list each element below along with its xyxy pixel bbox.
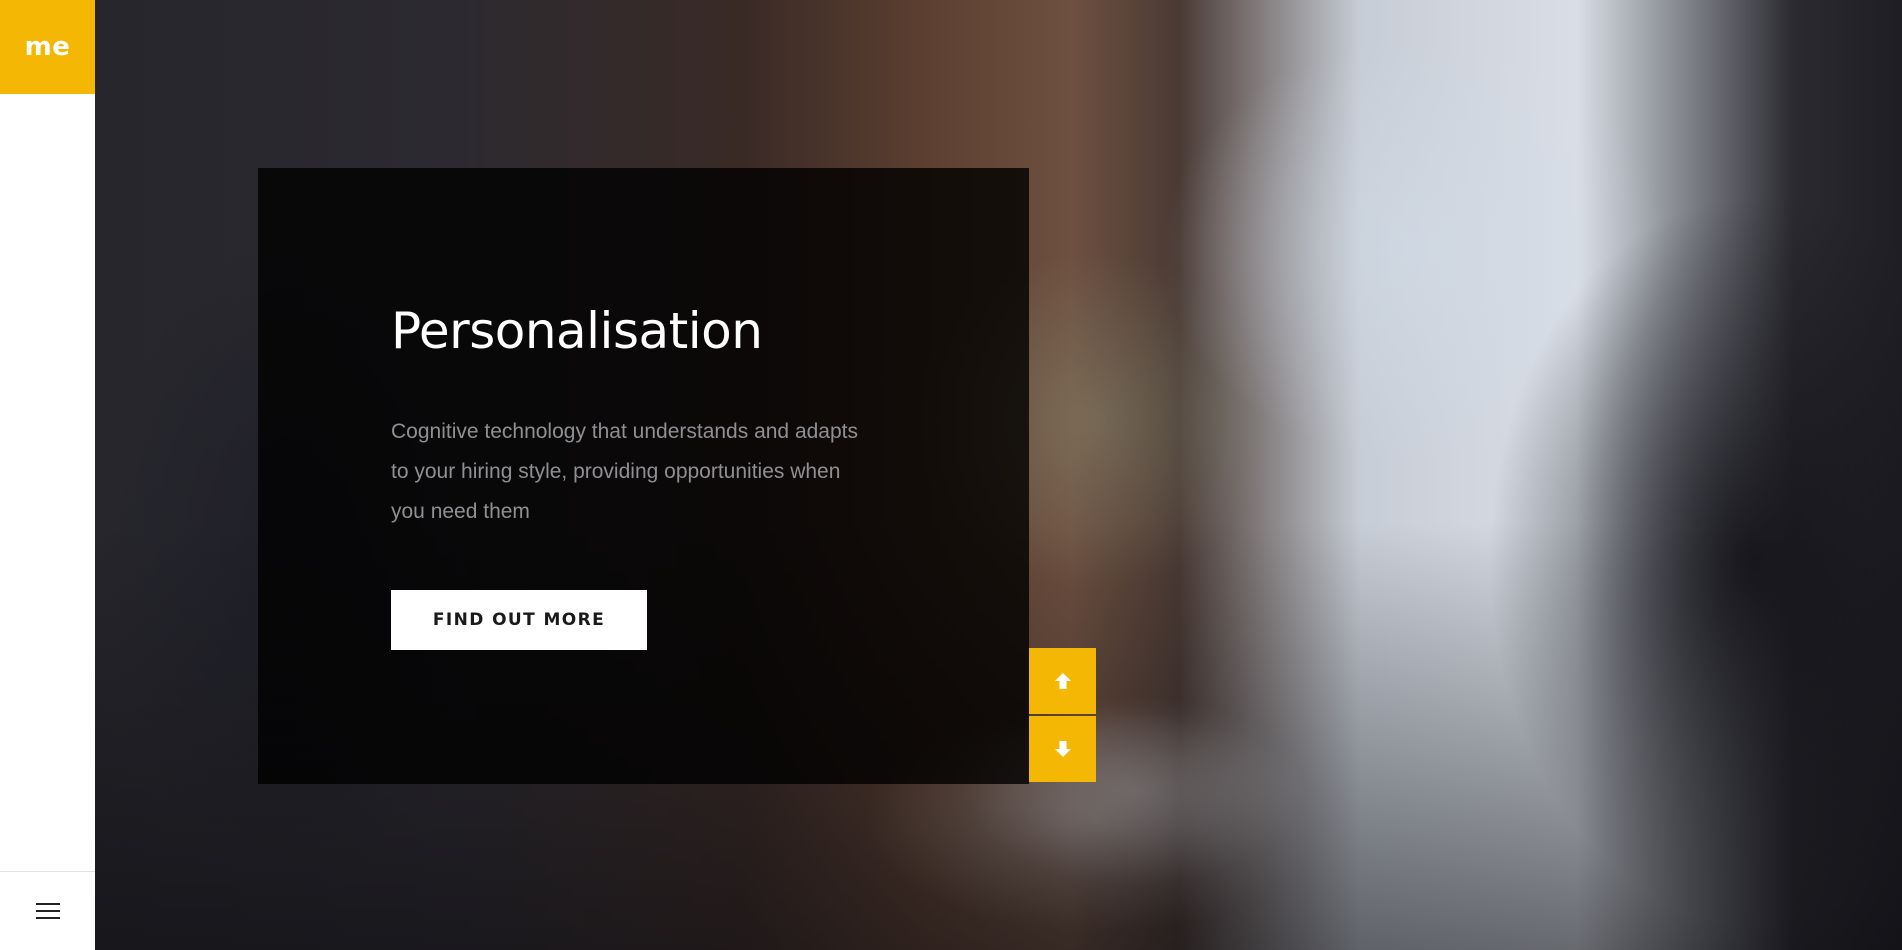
menu-button[interactable] (0, 872, 95, 950)
arrow-up-icon (1052, 670, 1074, 692)
hero-title: Personalisation (391, 302, 763, 360)
brand-logo-text: me (24, 32, 71, 62)
slide-next-button[interactable] (1029, 716, 1096, 782)
slide-prev-button[interactable] (1029, 648, 1096, 714)
find-out-more-button[interactable]: FIND OUT MORE (391, 590, 647, 650)
left-rail: me (0, 0, 95, 950)
hero-description: Cognitive technology that understands an… (391, 420, 858, 523)
hamburger-menu-icon (35, 901, 60, 921)
arrow-down-icon (1052, 738, 1074, 760)
brand-logo[interactable]: me (0, 0, 95, 94)
hero-content-card: Personalisation Cognitive technology tha… (258, 168, 1029, 784)
